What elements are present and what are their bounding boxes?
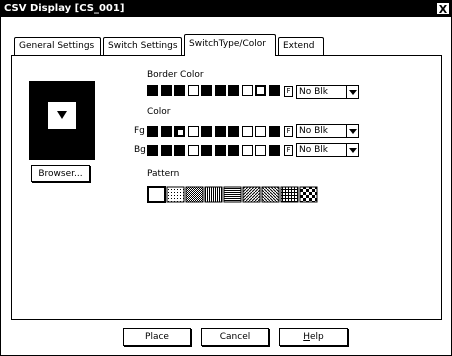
bg-blink-value: No Blk [299, 145, 328, 155]
chevron-down-icon[interactable] [346, 144, 358, 156]
fg-blink-select[interactable]: No Blk [296, 124, 359, 138]
pattern-swatch[interactable] [185, 186, 204, 203]
tab-switch-settings[interactable]: Switch Settings [103, 37, 182, 55]
pattern-swatch[interactable] [166, 186, 185, 203]
fg-color-swatch[interactable] [174, 126, 185, 137]
pattern-swatch[interactable] [223, 186, 242, 203]
bg-color-swatch[interactable] [215, 145, 226, 156]
chevron-down-icon[interactable] [346, 86, 358, 98]
window-title: CSV Display [CS_001] [4, 3, 125, 14]
bg-color-swatch[interactable] [242, 145, 253, 156]
bg-color-swatch[interactable] [161, 145, 172, 156]
browser-button[interactable]: Browser... [31, 165, 90, 182]
help-button[interactable]: Help [279, 328, 348, 346]
down-arrow-icon [54, 108, 70, 123]
cancel-button[interactable]: Cancel [201, 328, 269, 346]
fg-color-swatch[interactable] [228, 126, 239, 137]
bg-color-swatch[interactable] [174, 145, 185, 156]
pattern-swatch[interactable] [242, 186, 261, 203]
tab-switchtype-color[interactable]: SwitchType/Color [184, 34, 276, 56]
fg-label: Fg [134, 126, 145, 136]
fg-color-swatch[interactable] [255, 126, 266, 137]
border-color-blink-select[interactable]: No Blk [296, 85, 359, 99]
fg-color-swatch[interactable] [188, 126, 199, 137]
bg-color-swatch[interactable] [228, 145, 239, 156]
pattern-swatch[interactable] [261, 186, 280, 203]
pattern-label: Pattern [147, 169, 180, 179]
border-color-swatches [147, 85, 295, 96]
border-color-swatch[interactable] [255, 85, 266, 96]
bg-color-swatch[interactable] [269, 145, 280, 156]
bg-blink-select[interactable]: No Blk [296, 143, 359, 157]
switch-preview-face [52, 106, 72, 125]
switch-preview [29, 81, 95, 160]
bg-color-swatch[interactable] [201, 145, 212, 156]
color-label: Color [147, 107, 171, 117]
border-color-swatch[interactable] [228, 85, 239, 96]
bg-color-swatches [147, 145, 295, 156]
tab-extend[interactable]: Extend [278, 37, 324, 55]
border-color-swatch[interactable] [215, 85, 226, 96]
chevron-down-icon[interactable] [346, 125, 358, 137]
place-button[interactable]: Place [123, 328, 191, 346]
close-icon[interactable]: X [436, 2, 450, 16]
bg-color-swatch[interactable] [147, 145, 158, 156]
border-color-swatch[interactable] [269, 85, 280, 96]
border-color-swatch[interactable] [174, 85, 185, 96]
fg-color-swatch[interactable] [147, 126, 158, 137]
fg-color-swatch[interactable] [215, 126, 226, 137]
help-mnemonic: H [303, 332, 310, 342]
switch-preview-button [48, 102, 76, 129]
fg-color-swatch[interactable] [201, 126, 212, 137]
bg-color-swatch[interactable] [188, 145, 199, 156]
fg-blink-value: No Blk [299, 126, 328, 136]
border-color-swatch[interactable] [161, 85, 172, 96]
border-color-fill-toggle[interactable]: F [284, 86, 293, 97]
pattern-swatches [147, 186, 318, 203]
border-color-swatch[interactable] [188, 85, 199, 96]
border-color-swatch[interactable] [147, 85, 158, 96]
bg-fill-toggle[interactable]: F [284, 145, 293, 156]
bg-color-swatch[interactable] [255, 145, 266, 156]
border-color-swatch[interactable] [201, 85, 212, 96]
border-color-swatch[interactable] [242, 85, 253, 96]
fg-color-swatch[interactable] [242, 126, 253, 137]
fg-fill-toggle[interactable]: F [284, 126, 293, 137]
pattern-swatch[interactable] [204, 186, 223, 203]
fg-color-swatch[interactable] [269, 126, 280, 137]
border-color-blink-value: No Blk [299, 87, 328, 97]
pattern-swatch[interactable] [299, 186, 318, 203]
window-titlebar: CSV Display [CS_001] X [0, 0, 452, 17]
pattern-swatch[interactable] [280, 186, 299, 203]
tab-general-settings[interactable]: General Settings [14, 37, 101, 55]
pattern-swatch[interactable] [147, 186, 166, 203]
fg-color-swatch[interactable] [161, 126, 172, 137]
border-color-label: Border Color [147, 70, 204, 80]
help-rest: elp [310, 332, 324, 342]
bg-label: Bg [134, 145, 146, 155]
fg-color-swatches [147, 126, 295, 137]
